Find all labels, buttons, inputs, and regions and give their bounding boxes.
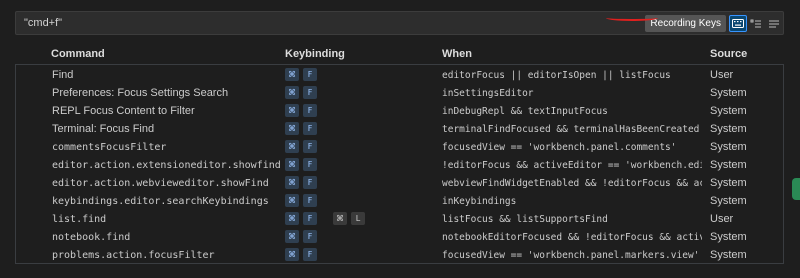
command-cell: Find — [52, 69, 74, 81]
command-key-icon: ⌘ — [285, 230, 299, 243]
command-key-icon: ⌘ — [285, 68, 299, 81]
source-cell: System — [710, 195, 747, 207]
keyboard-icon[interactable] — [729, 15, 747, 32]
command-key-icon: ⌘ — [285, 122, 299, 135]
table-row[interactable]: Preferences: Focus Settings Search ⌘ FinSe… — [16, 84, 783, 102]
key-cap: F — [303, 176, 317, 189]
table-row[interactable]: REPL Focus Content to Filter ⌘ FinDebugRep… — [16, 102, 783, 120]
table-row[interactable]: problems.action.focusFilter ⌘ FfocusedView… — [16, 246, 783, 264]
key-cap: F — [303, 86, 317, 99]
when-clause-cell: inKeybindings — [442, 196, 517, 207]
more-actions-icon[interactable] — [765, 15, 783, 32]
when-clause-cell: webviewFindWidgetEnabled && !editorFocus… — [442, 178, 702, 189]
key-cap: F — [303, 140, 317, 153]
keybinding-cell: ⌘ F — [285, 68, 317, 82]
table-row[interactable]: Terminal: Focus Find ⌘ FterminalFindFocuse… — [16, 120, 783, 138]
table-row[interactable]: commentsFocusFilter ⌘ FfocusedView == 'wor… — [16, 138, 783, 156]
keybinding-cell: ⌘ F — [285, 140, 317, 154]
red-underline-annotation — [606, 15, 658, 21]
command-cell: REPL Focus Content to Filter — [52, 105, 195, 117]
source-cell: System — [710, 177, 747, 189]
table-row[interactable]: notebook.find ⌘ FnotebookEditorFocused && … — [16, 228, 783, 246]
source-cell: System — [710, 87, 747, 99]
command-cell: Preferences: Focus Settings Search — [52, 87, 229, 99]
source-cell: System — [710, 105, 747, 117]
command-cell: problems.action.focusFilter — [52, 250, 215, 261]
when-clause-cell: inSettingsEditor — [442, 88, 534, 99]
key-cap: L — [351, 212, 365, 225]
table-header: Command Keybinding When Source — [0, 45, 800, 63]
keybinding-cell: ⌘ F — [285, 248, 317, 262]
command-cell: editor.action.extensioneditor.showfind — [52, 160, 281, 171]
search-query-text: "cmd+f" — [24, 17, 63, 29]
command-cell: notebook.find — [52, 232, 131, 243]
table-row[interactable]: editor.action.webvieweditor.showFind ⌘ Fwe… — [16, 174, 783, 192]
command-key-icon: ⌘ — [285, 194, 299, 207]
table-row[interactable]: editor.action.extensioneditor.showfind ⌘ F… — [16, 156, 783, 174]
table-row[interactable]: Find ⌘ FeditorFocus || editorIsOpen || lis… — [16, 66, 783, 84]
keybindings-table: Find ⌘ FeditorFocus || editorIsOpen || lis… — [15, 64, 784, 264]
command-key-icon: ⌘ — [285, 176, 299, 189]
source-cell: System — [710, 231, 747, 243]
command-key-icon: ⌘ — [285, 104, 299, 117]
source-cell: User — [710, 213, 734, 225]
keybinding-cell: ⌘ F — [285, 158, 317, 172]
command-key-icon: ⌘ — [285, 86, 299, 99]
key-cap: F — [303, 122, 317, 135]
keybinding-cell: ⌘ F — [285, 230, 317, 244]
command-cell: Terminal: Focus Find — [52, 123, 155, 135]
keybinding-cell: ⌘ F — [285, 176, 317, 190]
source-cell: System — [710, 249, 747, 261]
when-clause-cell: notebookEditorFocused && !editorFocus &&… — [442, 232, 702, 243]
command-cell: list.find — [52, 214, 107, 225]
key-cap: F — [303, 68, 317, 81]
key-cap: F — [303, 104, 317, 117]
keybinding-cell: ⌘ F — [285, 86, 317, 100]
command-cell: keybindings.editor.searchKeybindings — [52, 196, 269, 207]
sort-by-precedence-icon[interactable] — [747, 15, 765, 32]
key-cap: F — [303, 158, 317, 171]
column-header-command[interactable]: Command — [51, 48, 105, 60]
command-cell: commentsFocusFilter — [52, 142, 167, 153]
key-cap: F — [303, 194, 317, 207]
scroll-indicator — [792, 178, 800, 200]
key-cap: F — [303, 230, 317, 243]
keybinding-cell: ⌘ F — [285, 104, 317, 118]
when-clause-cell: !editorFocus && activeEditor == 'workben… — [442, 160, 702, 171]
command-key-icon: ⌘ — [285, 158, 299, 171]
command-key-icon: ⌘ — [285, 212, 299, 225]
command-key-icon: ⌘ — [285, 140, 299, 153]
when-clause-cell: listFocus && listSupportsFind — [442, 214, 608, 225]
source-cell: System — [710, 123, 747, 135]
when-clause-cell: inDebugRepl && textInputFocus — [442, 106, 608, 117]
keybinding-cell: ⌘ F ⌘ L — [285, 212, 365, 226]
when-clause-cell: focusedView == 'workbench.panel.markers.… — [442, 250, 700, 261]
when-clause-cell: editorFocus || editorIsOpen || listFocus — [442, 70, 671, 81]
source-cell: User — [710, 69, 734, 81]
key-cap: F — [303, 212, 317, 225]
column-header-source[interactable]: Source — [710, 48, 747, 60]
keybindings-search-input[interactable]: "cmd+f" Recording Keys — [15, 11, 784, 35]
source-cell: System — [710, 141, 747, 153]
table-row[interactable]: list.find ⌘ F ⌘ LlistFocus && listSupportsFi… — [16, 210, 783, 228]
command-key-icon: ⌘ — [285, 248, 299, 261]
column-header-when[interactable]: When — [442, 48, 472, 60]
command-cell: editor.action.webvieweditor.showFind — [52, 178, 269, 189]
table-row[interactable]: keybindings.editor.searchKeybindings ⌘ Fin… — [16, 192, 783, 210]
key-cap: F — [303, 248, 317, 261]
keybinding-cell: ⌘ F — [285, 194, 317, 208]
column-header-keybinding[interactable]: Keybinding — [285, 48, 345, 60]
when-clause-cell: terminalFindFocused && terminalHasBeenCr… — [442, 124, 702, 135]
when-clause-cell: focusedView == 'workbench.panel.comments… — [442, 142, 677, 153]
keybinding-cell: ⌘ F — [285, 122, 317, 136]
command-key-icon: ⌘ — [333, 212, 347, 225]
source-cell: System — [710, 159, 747, 171]
